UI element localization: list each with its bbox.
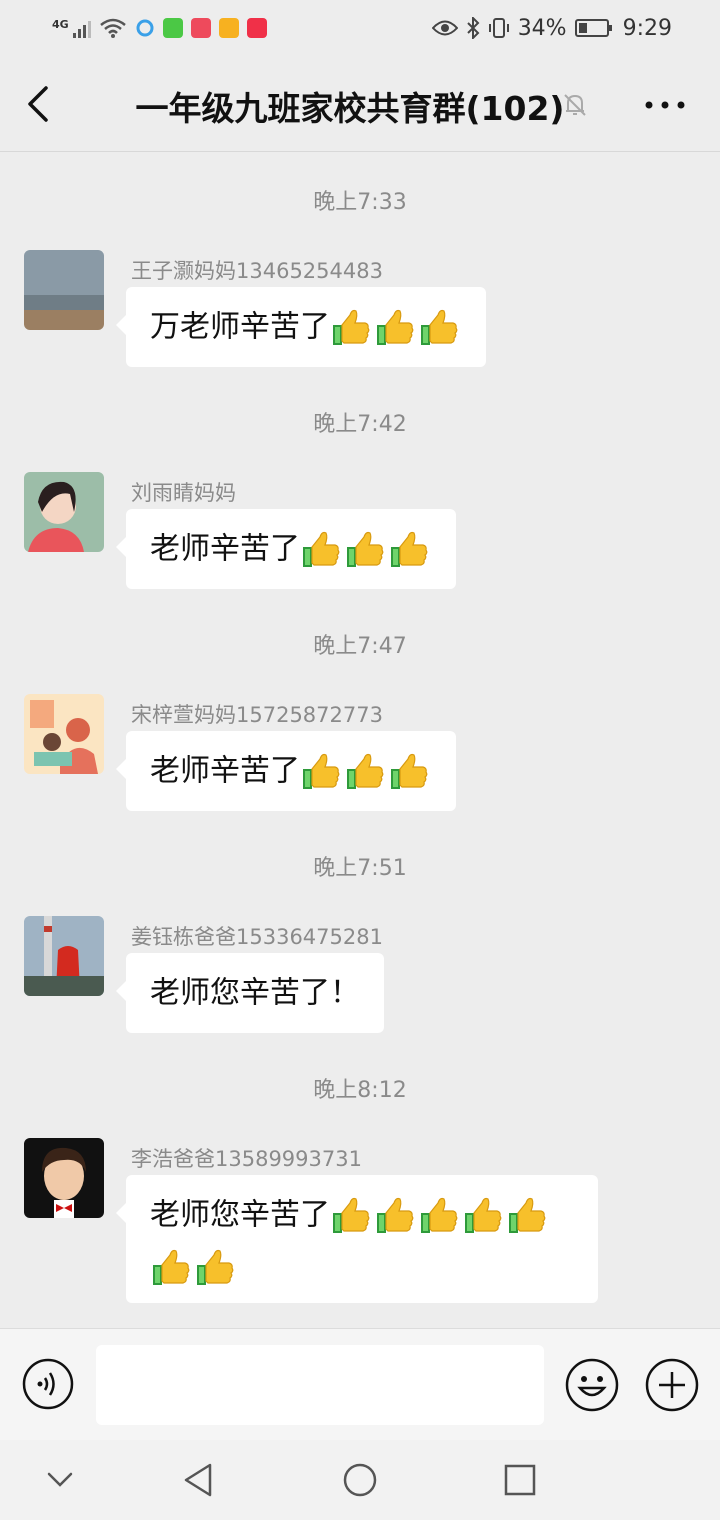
voice-input-button[interactable]: [22, 1358, 74, 1410]
more-options-button[interactable]: [640, 90, 690, 120]
message-text: 老师辛苦了: [150, 531, 300, 567]
thumbs-up-emoji: [344, 529, 386, 571]
message-bubble[interactable]: 老师辛苦了: [116, 509, 456, 589]
thumbs-up-emoji: [388, 529, 430, 571]
clock: 9:29: [622, 15, 672, 41]
system-nav-bar: [0, 1440, 720, 1520]
message-timestamp: 晚上7:42: [313, 412, 407, 437]
message-bubble[interactable]: 万老师辛苦了: [116, 287, 486, 367]
status-bar: 4G 34% 9:29: [0, 0, 720, 56]
chat-input-bar: [0, 1328, 720, 1440]
plus-button[interactable]: [645, 1358, 699, 1412]
message-timestamp: 晚上7:33: [313, 190, 407, 215]
battery-icon: [574, 19, 612, 37]
gift-app-icon: [190, 18, 211, 38]
bluetooth-icon: [466, 17, 480, 39]
sender-name: 姜钰栋爸爸15336475281: [131, 925, 383, 949]
sender-name: 刘雨睛妈妈: [131, 481, 236, 505]
thumbs-up-emoji: [330, 307, 372, 349]
nav-recents-icon[interactable]: [500, 1460, 540, 1500]
avatar[interactable]: [24, 916, 104, 996]
signal-icon: [72, 18, 91, 38]
thumbs-up-emoji: [300, 529, 342, 571]
message-timestamp: 晚上7:47: [313, 634, 407, 659]
message-bubble[interactable]: 老师辛苦了: [116, 731, 456, 811]
thumbs-up-emoji: [300, 751, 342, 793]
thumbs-up-emoji: [462, 1195, 504, 1237]
message-bubble[interactable]: 老师您辛苦了！: [116, 953, 384, 1033]
message-bubble[interactable]: 老师您辛苦了: [116, 1175, 598, 1303]
thumbs-up-emoji: [330, 1195, 372, 1237]
sender-name: 王子灏妈妈13465254483: [131, 259, 383, 283]
avatar[interactable]: [24, 694, 104, 774]
sender-name: 宋梓萱妈妈15725872773: [131, 703, 383, 727]
message-timestamp: 晚上8:12: [313, 1078, 407, 1103]
wifi-icon: [99, 18, 126, 38]
iqiyi-app-icon: [162, 18, 183, 38]
nav-home-icon[interactable]: [340, 1460, 380, 1500]
nav-back-icon[interactable]: [180, 1460, 220, 1500]
thumbs-up-emoji: [506, 1195, 548, 1237]
page-title: 一年级九班家校共育群(102): [135, 89, 565, 128]
muted-bell-icon: [564, 94, 586, 116]
chat-header: 一年级九班家校共育群(102): [0, 56, 720, 152]
avatar[interactable]: [24, 472, 104, 552]
thumbs-up-emoji: [374, 307, 416, 349]
vibrate-icon: [488, 18, 509, 38]
xiaohongshu-app-icon: [246, 18, 267, 38]
thumbs-up-emoji: [344, 751, 386, 793]
shop-app-icon: [218, 18, 239, 38]
message-text: 老师辛苦了: [150, 753, 300, 789]
avatar[interactable]: [24, 250, 104, 330]
network-type: 4G: [52, 18, 69, 31]
thumbs-up-emoji: [418, 307, 460, 349]
thumbs-up-emoji: [388, 751, 430, 793]
browser-app-icon: [136, 19, 154, 37]
message-text: 老师您辛苦了！: [150, 975, 360, 1011]
thumbs-up-emoji: [374, 1195, 416, 1237]
sender-name: 李浩爸爸13589993731: [131, 1147, 362, 1171]
message-input[interactable]: [96, 1345, 544, 1425]
thumbs-up-emoji: [418, 1195, 460, 1237]
message-text: 万老师辛苦了: [150, 309, 330, 345]
thumbs-up-emoji: [194, 1247, 236, 1289]
message-text: 老师您辛苦了: [150, 1197, 330, 1233]
battery-percent: 34%: [517, 15, 567, 41]
eye-icon: [431, 20, 458, 36]
avatar[interactable]: [24, 1138, 104, 1218]
message-timestamp: 晚上7:51: [313, 856, 407, 881]
hide-keyboard-icon[interactable]: [40, 1460, 80, 1500]
emoji-button[interactable]: [565, 1358, 619, 1412]
thumbs-up-emoji: [150, 1247, 192, 1289]
